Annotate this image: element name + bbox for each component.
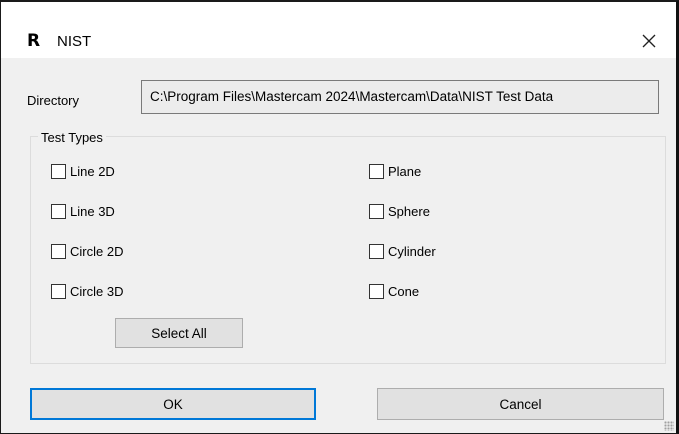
close-button[interactable] — [634, 26, 664, 56]
checkbox-label: Sphere — [388, 204, 430, 219]
select-all-button[interactable]: Select All — [115, 318, 243, 348]
checkbox-box[interactable] — [369, 284, 384, 299]
checkbox-box[interactable] — [51, 284, 66, 299]
checkbox-box[interactable] — [369, 164, 384, 179]
checkbox-label: Circle 3D — [70, 284, 124, 299]
checkbox-circle-3d[interactable]: Circle 3D — [51, 284, 123, 299]
resize-grip[interactable] — [664, 421, 674, 431]
checkbox-label: Line 2D — [70, 164, 115, 179]
checkbox-sphere[interactable]: Sphere — [369, 204, 430, 219]
checkbox-circle-2d[interactable]: Circle 2D — [51, 244, 123, 259]
cancel-button[interactable]: Cancel — [377, 388, 664, 420]
checkbox-box[interactable] — [369, 244, 384, 259]
checkbox-box[interactable] — [51, 164, 66, 179]
checkbox-label: Plane — [388, 164, 422, 179]
checkbox-line-3d[interactable]: Line 3D — [51, 204, 115, 219]
title-bar: R NIST — [1, 2, 676, 58]
checkbox-box[interactable] — [369, 204, 384, 219]
checkbox-cone[interactable]: Cone — [369, 284, 419, 299]
checkbox-label: Circle 2D — [70, 244, 124, 259]
close-icon — [642, 34, 656, 48]
checkbox-cylinder[interactable]: Cylinder — [369, 244, 436, 259]
ok-button[interactable]: OK — [30, 388, 316, 420]
window-title: NIST — [57, 33, 92, 50]
checkbox-box[interactable] — [51, 244, 66, 259]
test-types-group-label: Test Types — [38, 130, 106, 145]
checkbox-label: Line 3D — [70, 204, 115, 219]
checkbox-label: Cone — [388, 284, 420, 299]
checkbox-plane[interactable]: Plane — [369, 164, 421, 179]
directory-label: Directory — [27, 93, 80, 108]
checkbox-box[interactable] — [51, 204, 66, 219]
checkbox-line-2d[interactable]: Line 2D — [51, 164, 115, 179]
nist-dialog: R NIST Directory C:\Program Files\Master… — [0, 0, 679, 434]
app-icon: R — [27, 31, 41, 51]
dialog-content: Directory C:\Program Files\Mastercam 202… — [1, 58, 676, 433]
checkbox-label: Cylinder — [388, 244, 436, 259]
directory-field[interactable]: C:\Program Files\Mastercam 2024\Masterca… — [141, 80, 659, 114]
